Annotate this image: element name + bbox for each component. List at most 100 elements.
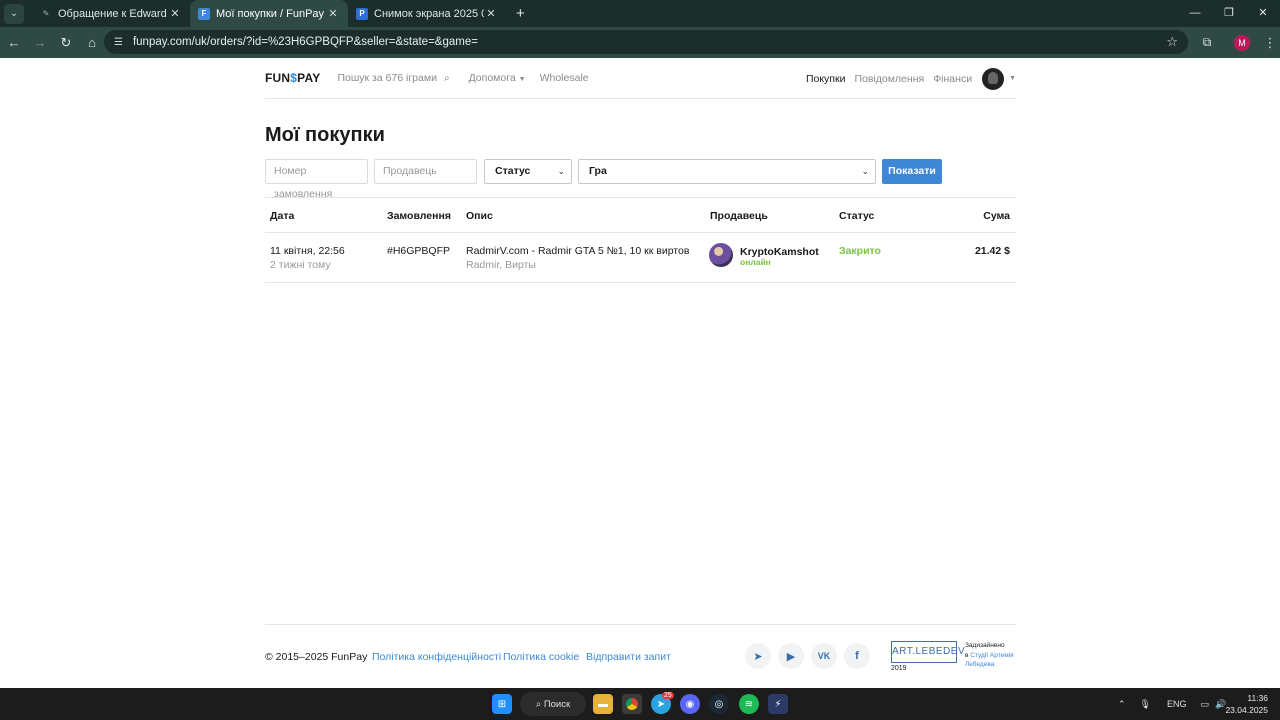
browser-tabbar: ⌄ ✎ Обращение к Edward Fallison | ✕ F Мо… (0, 0, 1280, 27)
seller-input[interactable]: Продавець (374, 159, 477, 184)
extensions-icon[interactable]: ⧉ (1190, 35, 1224, 50)
designed-by: Задизайнено в Студії Артемія Лебедева (965, 641, 1025, 670)
bookmark-star-icon[interactable]: ☆ (1166, 34, 1178, 50)
windows-start-icon[interactable]: ⊞ (492, 694, 512, 714)
browser-tab-2[interactable]: F Мої покупки / FunPay ✕ (190, 0, 348, 27)
game-search-link[interactable]: Пошук за 676 іграми ⌕ (337, 72, 449, 84)
youtube-icon[interactable]: ▶ (778, 643, 804, 669)
seller-avatar[interactable] (709, 243, 733, 267)
close-window-icon[interactable]: ✕ (1246, 0, 1280, 27)
menu-icon[interactable]: ⋮ (1260, 35, 1280, 51)
tab-search-icon[interactable]: ⌄ (4, 3, 24, 24)
page-title: Мої покупки (265, 124, 385, 146)
order-sum: 21.42 $ (974, 245, 1010, 257)
restore-icon[interactable]: ❐ (1212, 0, 1246, 27)
search-label: Пошук за 676 іграми (337, 72, 437, 84)
game-app-icon[interactable]: ⚡ (768, 694, 788, 714)
tab-title: Обращение к Edward Fallison | (58, 7, 168, 20)
telegram-icon[interactable]: ➤ (745, 643, 771, 669)
studio-link[interactable]: Лебедева (965, 660, 1025, 670)
site-settings-icon[interactable]: ☰ (114, 37, 123, 48)
help-dropdown[interactable]: Допомога ▼ (469, 72, 526, 84)
network-icon[interactable]: ▭ (1201, 699, 1210, 710)
table-header: Дата Замовлення Опис Продавець Статус Су… (265, 197, 1016, 233)
caret-down-icon: ▼ (518, 76, 526, 83)
toolbar-right: ⧉ M ⋮ (1190, 27, 1280, 58)
file-explorer-icon[interactable]: ▬ (593, 694, 613, 714)
order-number-input[interactable]: Номер замовлення (265, 159, 368, 200)
close-icon[interactable]: ✕ (326, 7, 340, 20)
filters-bar: Номер замовлення Продавець Статус ⌄ Гра … (265, 159, 1016, 200)
browser-tab-1[interactable]: ✎ Обращение к Edward Fallison | ✕ (32, 0, 190, 27)
tab-title: Мої покупки / FunPay (216, 7, 325, 20)
spotify-icon[interactable]: ≋ (739, 694, 759, 714)
vk-glyph: VK (817, 651, 831, 661)
language-indicator[interactable]: ENG (1167, 699, 1187, 709)
chevron-up-icon[interactable]: ⌃ (1118, 699, 1126, 710)
funpay-favicon-icon: F (198, 7, 210, 20)
minimize-icon[interactable]: — (1178, 0, 1212, 27)
forward-icon[interactable]: → (28, 35, 52, 50)
wholesale-link[interactable]: Wholesale (540, 72, 589, 84)
url-text: funpay.com/uk/orders/?id=%23H6GPBQFP&sel… (132, 36, 478, 48)
address-bar[interactable]: ☰ funpay.com/uk/orders/?id=%23H6GPBQFP&s… (104, 30, 1188, 54)
page-content: FUN$PAY Пошук за 676 іграми ⌕ Допомога ▼ … (0, 58, 1280, 688)
search-icon: ⌕ (443, 72, 450, 84)
game-select[interactable]: Гра ⌄ (578, 159, 876, 184)
clock[interactable]: 11:36 23.04.2025 (1225, 692, 1268, 716)
telegram-glyph: ➤ (753, 650, 763, 663)
window-controls: — ❐ ✕ (1178, 0, 1280, 27)
nav-finances[interactable]: Фінанси (933, 73, 972, 85)
game-select-value: Гра (589, 165, 607, 177)
close-icon[interactable]: ✕ (484, 7, 498, 20)
col-seller: Продавець (710, 210, 768, 222)
send-request-link[interactable]: Відправити запит (586, 651, 671, 663)
privacy-policy-link[interactable]: Політика конфіденційності (372, 651, 501, 663)
design-year: 2019 (891, 665, 907, 672)
nav-messages[interactable]: Повідомлення (854, 73, 924, 85)
order-description: RadmirV.com - Radmir GTA 5 №1, 10 кк вир… (466, 245, 690, 257)
copyright: © 2015–2025 FunPay (265, 651, 368, 663)
taskbar-search-label: Поиск (543, 698, 571, 710)
user-avatar[interactable] (982, 67, 1005, 90)
cookie-policy-link[interactable]: Політика cookie (503, 651, 579, 663)
system-tray: ⌃ 🎙 ENG ▭ 🔊 (1118, 688, 1226, 720)
search-icon: ⌕ (535, 698, 544, 710)
order-date: 11 квітня, 22:56 (270, 245, 345, 257)
facebook-icon[interactable]: f (844, 643, 870, 669)
back-icon[interactable]: ← (2, 35, 26, 50)
order-id: #H6GPBQFP (387, 245, 451, 257)
col-date: Дата (270, 210, 295, 222)
show-button[interactable]: Показати (882, 159, 942, 184)
logo-text: FUN (265, 71, 291, 85)
col-sum: Сума (983, 210, 1010, 222)
reload-icon[interactable]: ↻ (54, 35, 78, 51)
new-tab-icon[interactable]: + (516, 5, 525, 22)
microphone-icon[interactable]: 🎙 (1140, 699, 1151, 710)
vk-icon[interactable]: VK (811, 643, 837, 669)
order-ago: 2 тижні тому (270, 259, 331, 271)
status-select-value: Статус (495, 165, 531, 177)
status-badge: Закрито (839, 245, 881, 257)
studio-link[interactable]: Студії Артемія (970, 652, 1013, 659)
status-select[interactable]: Статус ⌄ (484, 159, 572, 184)
caret-down-icon[interactable]: ▼ (1009, 75, 1016, 82)
browser-toolbar: ← → ↻ ⌂ ☰ funpay.com/uk/orders/?id=%23H6… (0, 27, 1280, 58)
designed-line: Задизайнено (965, 642, 1005, 649)
table-row[interactable]: 11 квітня, 22:56 2 тижні тому #H6GPBQFP … (265, 233, 1016, 283)
chrome-icon[interactable] (622, 694, 642, 714)
close-icon[interactable]: ✕ (168, 7, 182, 20)
taskbar-search[interactable]: ⌕ Поиск (520, 692, 586, 716)
steam-icon[interactable]: ◎ (709, 694, 729, 714)
art-lebedev-logo[interactable]: ART.LEBEDEV (891, 641, 965, 663)
home-icon[interactable]: ⌂ (80, 35, 104, 50)
chevron-down-icon: ⌄ (557, 166, 565, 176)
help-label: Допомога (468, 72, 516, 84)
discord-icon[interactable]: ◉ (680, 694, 700, 714)
site-header: FUN$PAY Пошук за 676 іграми ⌕ Допомога ▼ … (265, 58, 1016, 99)
nav-purchases[interactable]: Покупки (806, 73, 846, 85)
profile-avatar[interactable]: M (1234, 34, 1250, 51)
browser-tab-3[interactable]: P Снимок экрана 2025 04 23 11: ✕ (348, 0, 506, 27)
funpay-logo[interactable]: FUN$PAY (265, 71, 320, 85)
designed-line: в Студії Артемія (965, 651, 1025, 661)
